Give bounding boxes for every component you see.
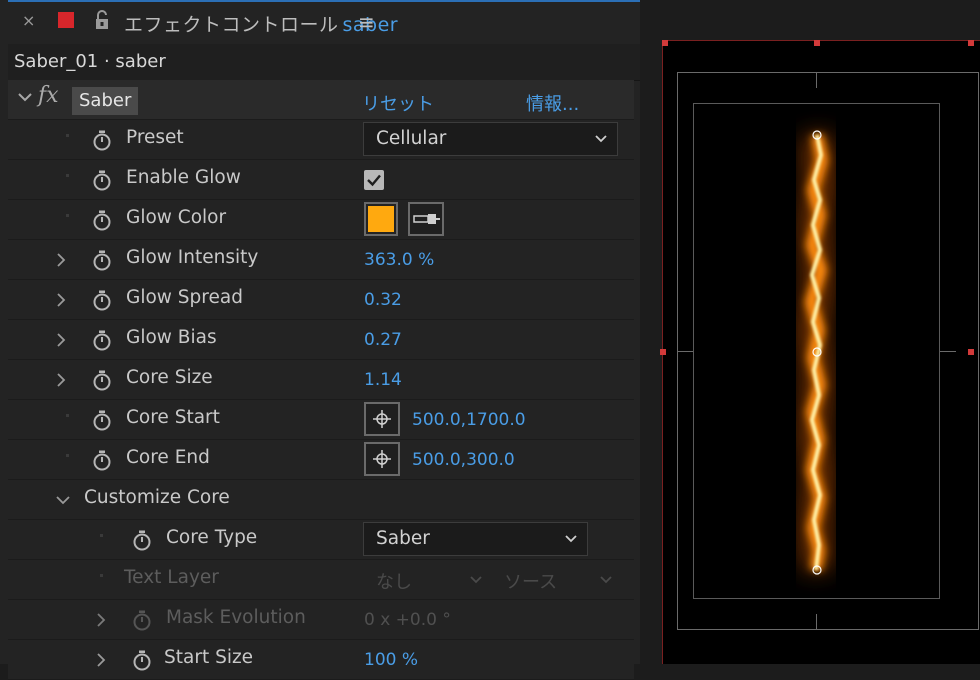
lock-icon[interactable]: [94, 10, 112, 30]
param-label: Mask Evolution: [166, 607, 306, 628]
twirl-arrow-icon[interactable]: [56, 495, 70, 505]
stopwatch-icon[interactable]: [92, 169, 112, 191]
saber-glow-render: [796, 130, 836, 575]
core-size-value[interactable]: 1.14: [364, 370, 402, 390]
checkmark-icon: [367, 174, 381, 187]
text-layer-source-dropdown: ソース: [504, 572, 558, 593]
text-layer-dropdown: なし: [376, 572, 412, 593]
chevron-down-icon: [600, 576, 612, 584]
reset-link[interactable]: リセット: [362, 90, 434, 116]
menu-icon[interactable]: ≡: [358, 10, 375, 34]
effect-controls-panel: × エフェクトコントロール saber ≡ Saber_01 · saber fx…: [0, 0, 640, 680]
stopwatch-icon[interactable]: [92, 129, 112, 151]
param-row-enable-glow: Enable Glow: [8, 160, 634, 200]
enable-glow-checkbox[interactable]: [364, 170, 384, 190]
param-row-glow-color: Glow Color: [8, 200, 634, 240]
group-label: Customize Core: [84, 487, 230, 508]
stopwatch-icon[interactable]: [92, 249, 112, 271]
param-label: Core Start: [126, 407, 220, 428]
param-label: Text Layer: [124, 567, 219, 588]
param-row-glow-intensity: Glow Intensity 363.0 %: [8, 240, 634, 280]
glow-bias-value[interactable]: 0.27: [364, 330, 402, 350]
param-row-core-size: Core Size 1.14: [8, 360, 634, 400]
param-row-core-end: Core End 500.0,300.0: [8, 440, 634, 480]
param-label: Glow Color: [126, 207, 227, 228]
param-row-start-size: Start Size 100 %: [8, 640, 634, 680]
crosshair-icon: [373, 410, 391, 428]
param-label: Core End: [126, 447, 210, 468]
twirl-arrow-icon[interactable]: [56, 333, 66, 347]
eyedropper-button[interactable]: [408, 202, 444, 236]
stopwatch-icon[interactable]: [92, 209, 112, 231]
effect-header-row: fx Saber リセット 情報...: [8, 80, 634, 120]
stopwatch-icon[interactable]: [92, 329, 112, 351]
glow-spread-value[interactable]: 0.32: [364, 290, 402, 310]
mask-evolution-value: 0 x +0.0 °: [364, 610, 451, 630]
param-row-core-type: Core Type Saber: [8, 520, 634, 560]
layer-breadcrumb-text: Saber_01 · saber: [14, 51, 166, 72]
layer-breadcrumb: Saber_01 · saber: [8, 44, 640, 81]
stopwatch-icon[interactable]: [132, 529, 152, 551]
param-row-glow-bias: Glow Bias 0.27: [8, 320, 634, 360]
fx-icon[interactable]: fx: [38, 83, 59, 108]
twirl-arrow-icon: [97, 613, 106, 627]
param-label: Enable Glow: [126, 167, 241, 188]
core-end-value[interactable]: 500.0,300.0: [412, 450, 515, 470]
glow-intensity-value[interactable]: 363.0 %: [364, 250, 434, 270]
crosshair-icon: [373, 450, 391, 468]
param-row-preset: Preset Cellular: [8, 120, 634, 160]
twirl-arrow-icon[interactable]: [18, 92, 32, 102]
label-color-icon: [58, 12, 74, 28]
twirl-arrow-icon[interactable]: [56, 373, 66, 387]
param-label: Start Size: [164, 647, 254, 668]
start-size-value[interactable]: 100 %: [364, 650, 418, 670]
glow-color-swatch[interactable]: [364, 202, 398, 236]
twirl-arrow-icon[interactable]: [96, 653, 106, 667]
stopwatch-icon[interactable]: [92, 449, 112, 471]
dropdown-value: Cellular: [376, 128, 447, 149]
stopwatch-icon[interactable]: [132, 649, 152, 671]
core-start-point-button[interactable]: [364, 402, 400, 436]
stopwatch-icon[interactable]: [92, 369, 112, 391]
panel-tab-bar: × エフェクトコントロール saber ≡: [8, 0, 640, 46]
param-label: Glow Bias: [126, 327, 217, 348]
core-type-dropdown[interactable]: Saber: [363, 522, 588, 556]
param-row-glow-spread: Glow Spread 0.32: [8, 280, 634, 320]
about-link[interactable]: 情報...: [526, 90, 579, 116]
stopwatch-icon[interactable]: [92, 409, 112, 431]
stopwatch-icon[interactable]: [92, 289, 112, 311]
param-row-mask-evolution: Mask Evolution 0 x +0.0 °: [8, 600, 634, 640]
param-label: Glow Intensity: [126, 247, 259, 268]
param-label: Glow Spread: [126, 287, 243, 308]
core-start-value[interactable]: 500.0,1700.0: [412, 410, 526, 430]
param-label: Preset: [126, 127, 184, 148]
dropdown-value: Saber: [376, 528, 430, 549]
param-label: Core Type: [166, 527, 258, 548]
chevron-down-icon: [595, 135, 607, 143]
eyedropper-icon: [413, 214, 440, 224]
twirl-arrow-icon[interactable]: [56, 253, 66, 267]
preset-dropdown[interactable]: Cellular: [363, 122, 618, 156]
param-row-core-start: Core Start 500.0,1700.0: [8, 400, 634, 440]
swatch-fill: [368, 206, 394, 232]
group-row-customize-core[interactable]: Customize Core: [8, 480, 634, 520]
twirl-arrow-icon[interactable]: [56, 293, 66, 307]
core-end-point-button[interactable]: [364, 442, 400, 476]
effect-name[interactable]: Saber: [72, 87, 139, 115]
param-label: Core Size: [126, 367, 213, 388]
chevron-down-icon: [470, 576, 482, 584]
panel-title-text: エフェクトコントロール: [124, 14, 339, 36]
chevron-down-icon: [565, 535, 577, 543]
stopwatch-icon: [133, 610, 151, 631]
param-row-text-layer: Text Layer なし ソース: [8, 560, 634, 600]
close-icon[interactable]: ×: [22, 11, 35, 30]
panel-title[interactable]: エフェクトコントロール saber: [124, 10, 398, 37]
